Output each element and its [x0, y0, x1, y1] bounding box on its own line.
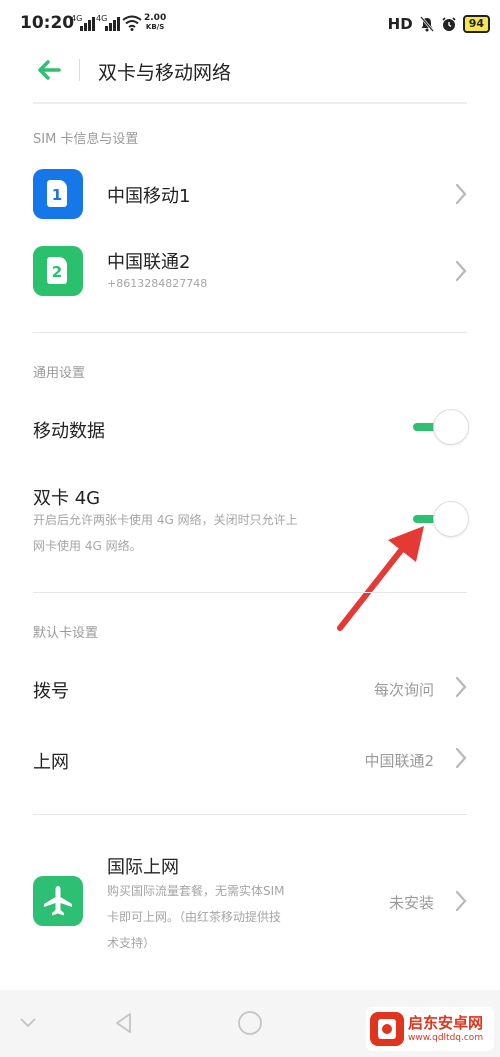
watermark-logo-icon — [370, 1012, 404, 1046]
sim-slot-number: 1 — [51, 186, 63, 204]
mobile-data-toggle[interactable] — [413, 409, 469, 445]
annotation-arrow-icon — [337, 526, 424, 631]
site-watermark: 启东安卓网 www.qdltdq.com — [366, 1007, 494, 1051]
international-app-icon — [33, 876, 83, 926]
internet-label: 上网 — [33, 752, 69, 773]
sim-card-shape: 2 — [47, 257, 67, 284]
section-divider — [33, 814, 467, 815]
sim-2-name: 中国联通2 — [107, 252, 191, 273]
mobile-data-label: 移动数据 — [33, 421, 105, 442]
international-status: 未安装 — [388, 894, 434, 912]
section-divider — [33, 592, 467, 593]
nav-collapse-icon[interactable] — [18, 1016, 38, 1030]
sim-card-shape: 1 — [47, 180, 67, 207]
dual-4g-desc-line1: 开启后允许两张卡使用 4G 网络，关闭时只允许上 — [33, 513, 298, 527]
nav-home-icon[interactable] — [237, 1010, 263, 1036]
international-desc-line3: 术支持） — [107, 936, 156, 950]
dual-4g-label: 双卡 4G — [33, 488, 101, 509]
sim-section-heading: SIM 卡信息与设置 — [33, 132, 139, 147]
chevron-right-icon — [455, 183, 467, 205]
internet-value: 中国联通2 — [364, 752, 434, 770]
watermark-name: 启东安卓网 — [408, 1014, 484, 1032]
international-desc-line2: 卡即可上网。（由红茶移动提供技 — [107, 910, 282, 924]
back-arrow-icon[interactable] — [34, 56, 64, 84]
dual-4g-desc-line2: 网卡使用 4G 网络。 — [33, 539, 142, 553]
alarm-icon — [442, 17, 456, 31]
network-speed-unit: KB/S — [145, 23, 165, 31]
mute-bell-icon — [419, 16, 434, 32]
chevron-right-icon — [455, 260, 467, 282]
sim-2-icon: 2 — [33, 246, 83, 296]
chevron-right-icon — [455, 747, 467, 769]
sim-1-name: 中国移动1 — [107, 186, 191, 207]
wifi-icon — [122, 15, 142, 31]
chevron-right-icon — [455, 890, 467, 912]
header-divider — [79, 59, 80, 81]
hd-indicator: HD — [387, 15, 413, 33]
signal-icon-2 — [105, 17, 121, 31]
sim-1-icon: 1 — [33, 169, 83, 219]
dial-label: 拨号 — [33, 681, 69, 702]
toggle-knob — [433, 409, 469, 445]
status-right-group: HD 94 — [388, 12, 490, 36]
network-speed: 2.00 KB/S — [144, 14, 166, 32]
airplane-icon — [44, 886, 72, 916]
battery-indicator: 94 — [462, 15, 490, 33]
dial-value: 每次询问 — [373, 681, 434, 699]
top-app-bar: 双卡与移动网络 — [0, 48, 500, 92]
signal-icon-1 — [80, 17, 96, 31]
sim-2-number: +8613284827748 — [107, 277, 208, 290]
watermark-url: www.qdltdq.com — [408, 1033, 484, 1043]
nav-back-icon[interactable] — [112, 1011, 136, 1035]
default-section-heading: 默认卡设置 — [33, 626, 99, 641]
sim-slot-number: 2 — [51, 263, 63, 281]
chevron-right-icon — [455, 676, 467, 698]
page-title: 双卡与移动网络 — [98, 62, 232, 84]
status-time: 10:20 — [20, 13, 75, 33]
toggle-knob — [433, 501, 469, 537]
international-desc-line1: 购买国际流量套餐，无需实体SIM — [107, 884, 285, 898]
network-speed-value: 2.00 — [144, 13, 167, 23]
status-bar: 10:20 4G 4G 2.00 KB/S HD 94 — [0, 0, 500, 48]
section-divider — [33, 332, 467, 333]
header-separator — [33, 102, 467, 104]
general-section-heading: 通用设置 — [33, 366, 86, 381]
international-title: 国际上网 — [107, 857, 179, 878]
